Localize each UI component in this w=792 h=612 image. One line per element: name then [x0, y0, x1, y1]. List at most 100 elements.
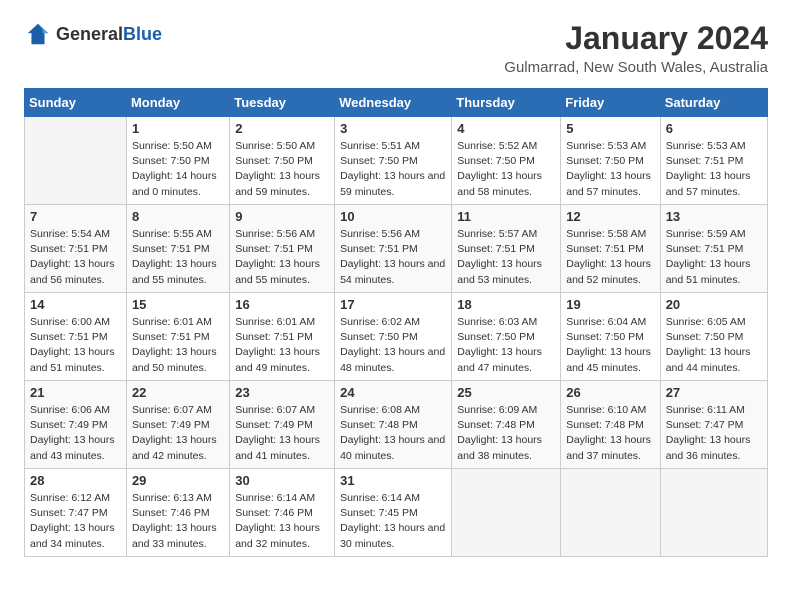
- day-info: Sunrise: 6:02 AMSunset: 7:50 PMDaylight:…: [340, 315, 446, 376]
- calendar-cell: 10 Sunrise: 5:56 AMSunset: 7:51 PMDayligh…: [335, 205, 452, 293]
- weekday-header: Wednesday: [335, 89, 452, 117]
- weekday-header: Monday: [126, 89, 229, 117]
- calendar-cell: 23 Sunrise: 6:07 AMSunset: 7:49 PMDayligh…: [230, 381, 335, 469]
- day-info: Sunrise: 6:00 AMSunset: 7:51 PMDaylight:…: [30, 315, 121, 376]
- calendar-cell: 22Sunrise: 6:07 AMSunset: 7:49 PMDayligh…: [126, 381, 229, 469]
- calendar-cell: 31Sunrise: 6:14 AMSunset: 7:45 PMDayligh…: [335, 469, 452, 557]
- day-number: 12: [566, 209, 654, 224]
- calendar-cell: 19 Sunrise: 6:04 AMSunset: 7:50 PMDayligh…: [561, 293, 660, 381]
- calendar-cell: 20 Sunrise: 6:05 AMSunset: 7:50 PMDayligh…: [660, 293, 767, 381]
- day-info: Sunrise: 6:10 AMSunset: 7:48 PMDaylight:…: [566, 403, 654, 464]
- day-number: 4: [457, 121, 555, 136]
- day-info: Sunrise: 6:07 AMSunset: 7:49 PMDaylight:…: [132, 403, 224, 464]
- logo-text: GeneralBlue: [56, 24, 162, 45]
- day-number: 1: [132, 121, 224, 136]
- day-info: Sunrise: 5:55 AMSunset: 7:51 PMDaylight:…: [132, 227, 224, 288]
- day-info: Sunrise: 5:56 AMSunset: 7:51 PMDaylight:…: [340, 227, 446, 288]
- day-info: Sunrise: 5:51 AMSunset: 7:50 PMDaylight:…: [340, 139, 446, 200]
- calendar-cell: 7 Sunrise: 5:54 AMSunset: 7:51 PMDaylight…: [25, 205, 127, 293]
- day-info: Sunrise: 5:56 AMSunset: 7:51 PMDaylight:…: [235, 227, 329, 288]
- day-info: Sunrise: 6:08 AMSunset: 7:48 PMDaylight:…: [340, 403, 446, 464]
- day-number: 25: [457, 385, 555, 400]
- day-info: Sunrise: 5:53 AMSunset: 7:51 PMDaylight:…: [666, 139, 762, 200]
- calendar-cell: 14 Sunrise: 6:00 AMSunset: 7:51 PMDayligh…: [25, 293, 127, 381]
- day-info: Sunrise: 5:53 AMSunset: 7:50 PMDaylight:…: [566, 139, 654, 200]
- calendar-cell: 29Sunrise: 6:13 AMSunset: 7:46 PMDayligh…: [126, 469, 229, 557]
- day-info: Sunrise: 6:14 AMSunset: 7:46 PMDaylight:…: [235, 491, 329, 552]
- calendar-cell: 25Sunrise: 6:09 AMSunset: 7:48 PMDayligh…: [452, 381, 561, 469]
- calendar-cell: 12Sunrise: 5:58 AMSunset: 7:51 PMDayligh…: [561, 205, 660, 293]
- day-number: 27: [666, 385, 762, 400]
- day-header-row: SundayMondayTuesdayWednesdayThursdayFrid…: [25, 89, 768, 117]
- weekday-header: Sunday: [25, 89, 127, 117]
- day-info: Sunrise: 6:07 AMSunset: 7:49 PMDaylight:…: [235, 403, 329, 464]
- day-number: 16: [235, 297, 329, 312]
- day-number: 6: [666, 121, 762, 136]
- day-info: Sunrise: 6:04 AMSunset: 7:50 PMDaylight:…: [566, 315, 654, 376]
- calendar-table: SundayMondayTuesdayWednesdayThursdayFrid…: [24, 88, 768, 557]
- month-year: January 2024: [504, 20, 768, 57]
- calendar-week-row: 21Sunrise: 6:06 AMSunset: 7:49 PMDayligh…: [25, 381, 768, 469]
- title-block: January 2024 Gulmarrad, New South Wales,…: [504, 20, 768, 76]
- calendar-week-row: 28Sunrise: 6:12 AMSunset: 7:47 PMDayligh…: [25, 469, 768, 557]
- calendar-cell: [660, 469, 767, 557]
- calendar-cell: 3 Sunrise: 5:51 AMSunset: 7:50 PMDaylight…: [335, 117, 452, 205]
- day-info: Sunrise: 6:01 AMSunset: 7:51 PMDaylight:…: [132, 315, 224, 376]
- logo: GeneralBlue: [24, 20, 162, 48]
- weekday-header: Tuesday: [230, 89, 335, 117]
- calendar-cell: 27Sunrise: 6:11 AMSunset: 7:47 PMDayligh…: [660, 381, 767, 469]
- day-number: 3: [340, 121, 446, 136]
- day-info: Sunrise: 6:05 AMSunset: 7:50 PMDaylight:…: [666, 315, 762, 376]
- day-number: 13: [666, 209, 762, 224]
- day-info: Sunrise: 5:52 AMSunset: 7:50 PMDaylight:…: [457, 139, 555, 200]
- day-number: 31: [340, 473, 446, 488]
- day-number: 20: [666, 297, 762, 312]
- day-info: Sunrise: 5:59 AMSunset: 7:51 PMDaylight:…: [666, 227, 762, 288]
- day-number: 23: [235, 385, 329, 400]
- day-info: Sunrise: 5:54 AMSunset: 7:51 PMDaylight:…: [30, 227, 121, 288]
- calendar-cell: 17 Sunrise: 6:02 AMSunset: 7:50 PMDayligh…: [335, 293, 452, 381]
- day-number: 17: [340, 297, 446, 312]
- day-number: 9: [235, 209, 329, 224]
- weekday-header: Thursday: [452, 89, 561, 117]
- day-number: 14: [30, 297, 121, 312]
- calendar-cell: 11 Sunrise: 5:57 AMSunset: 7:51 PMDayligh…: [452, 205, 561, 293]
- calendar-cell: 18Sunrise: 6:03 AMSunset: 7:50 PMDayligh…: [452, 293, 561, 381]
- logo-icon: [24, 20, 52, 48]
- day-number: 21: [30, 385, 121, 400]
- day-info: Sunrise: 5:57 AMSunset: 7:51 PMDaylight:…: [457, 227, 555, 288]
- calendar-week-row: 7 Sunrise: 5:54 AMSunset: 7:51 PMDaylight…: [25, 205, 768, 293]
- calendar-cell: 21Sunrise: 6:06 AMSunset: 7:49 PMDayligh…: [25, 381, 127, 469]
- day-info: Sunrise: 5:50 AMSunset: 7:50 PMDaylight:…: [235, 139, 329, 200]
- calendar-cell: 8Sunrise: 5:55 AMSunset: 7:51 PMDaylight…: [126, 205, 229, 293]
- calendar-cell: [452, 469, 561, 557]
- day-number: 11: [457, 209, 555, 224]
- page-header: GeneralBlue January 2024 Gulmarrad, New …: [24, 20, 768, 76]
- day-info: Sunrise: 6:12 AMSunset: 7:47 PMDaylight:…: [30, 491, 121, 552]
- calendar-week-row: 14 Sunrise: 6:00 AMSunset: 7:51 PMDayligh…: [25, 293, 768, 381]
- weekday-header: Friday: [561, 89, 660, 117]
- calendar-cell: 26 Sunrise: 6:10 AMSunset: 7:48 PMDayligh…: [561, 381, 660, 469]
- calendar-cell: 5Sunrise: 5:53 AMSunset: 7:50 PMDaylight…: [561, 117, 660, 205]
- day-number: 18: [457, 297, 555, 312]
- calendar-cell: 28Sunrise: 6:12 AMSunset: 7:47 PMDayligh…: [25, 469, 127, 557]
- calendar-cell: [561, 469, 660, 557]
- day-number: 10: [340, 209, 446, 224]
- calendar-cell: [25, 117, 127, 205]
- calendar-cell: 1 Sunrise: 5:50 AMSunset: 7:50 PMDaylight…: [126, 117, 229, 205]
- calendar-cell: 6 Sunrise: 5:53 AMSunset: 7:51 PMDaylight…: [660, 117, 767, 205]
- calendar-cell: 2 Sunrise: 5:50 AMSunset: 7:50 PMDaylight…: [230, 117, 335, 205]
- calendar-cell: 9 Sunrise: 5:56 AMSunset: 7:51 PMDaylight…: [230, 205, 335, 293]
- weekday-header: Saturday: [660, 89, 767, 117]
- day-info: Sunrise: 6:01 AMSunset: 7:51 PMDaylight:…: [235, 315, 329, 376]
- day-number: 26: [566, 385, 654, 400]
- logo-blue: Blue: [123, 24, 162, 44]
- calendar-cell: 13 Sunrise: 5:59 AMSunset: 7:51 PMDayligh…: [660, 205, 767, 293]
- day-info: Sunrise: 5:50 AMSunset: 7:50 PMDaylight:…: [132, 139, 224, 200]
- day-info: Sunrise: 6:13 AMSunset: 7:46 PMDaylight:…: [132, 491, 224, 552]
- day-number: 19: [566, 297, 654, 312]
- day-number: 15: [132, 297, 224, 312]
- day-number: 2: [235, 121, 329, 136]
- calendar-cell: 4 Sunrise: 5:52 AMSunset: 7:50 PMDaylight…: [452, 117, 561, 205]
- day-number: 7: [30, 209, 121, 224]
